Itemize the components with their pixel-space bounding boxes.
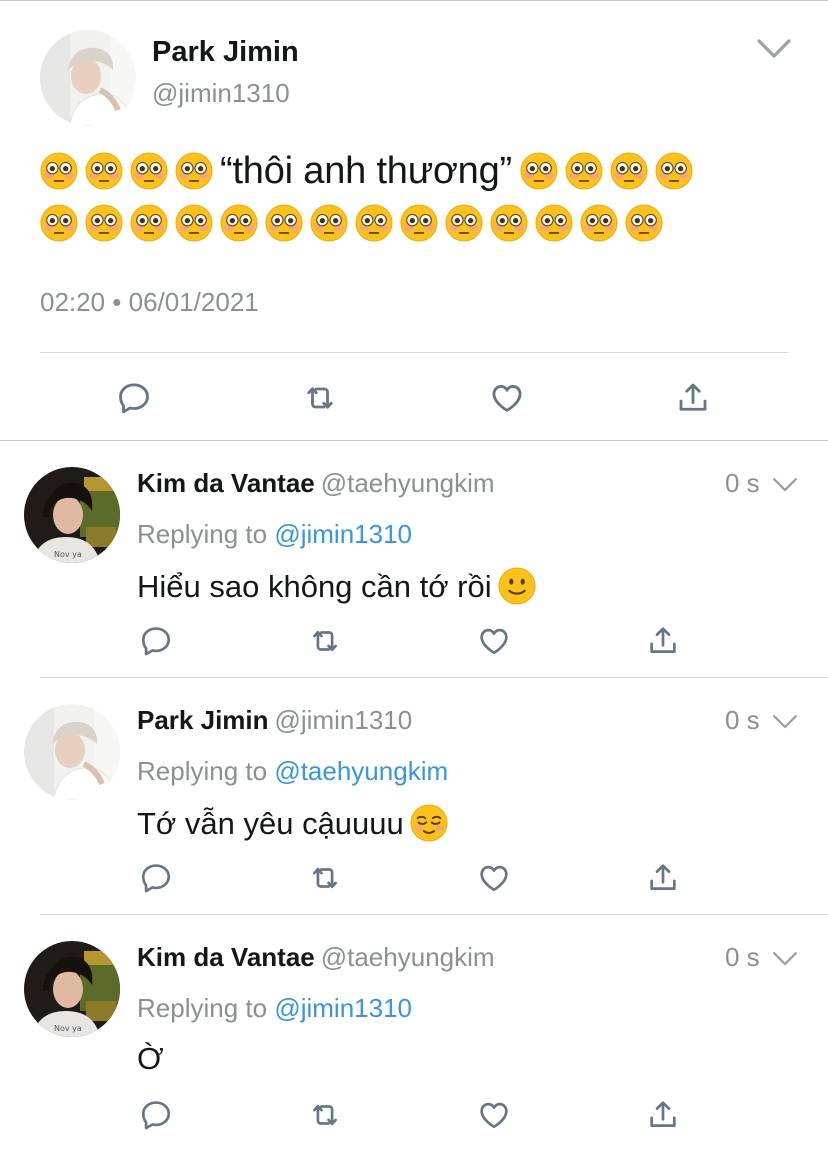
reply-icon[interactable] [139, 624, 173, 658]
flushed-face-icon [175, 152, 213, 190]
reply-icon[interactable] [116, 380, 152, 416]
avatar[interactable] [24, 941, 120, 1037]
flushed-face-icon [220, 204, 258, 242]
author-name[interactable]: Kim da Vantae [137, 468, 315, 498]
slightly-smiling-face-icon [498, 567, 536, 605]
reply-tweet[interactable]: Park Jimin @jimin1310 0 s Replying to @ta… [0, 678, 828, 915]
flushed-face-icon [520, 152, 558, 190]
reply-header: Kim da Vantae @taehyungkim [137, 942, 495, 973]
flushed-face-icon [490, 204, 528, 242]
tweet-quote-text: “thôi anh thương” [220, 150, 513, 192]
replying-label: Replying to [137, 993, 268, 1023]
relieved-face-icon [410, 804, 448, 842]
reply-time: 0 s [725, 468, 760, 498]
emoji-group [40, 150, 220, 192]
avatar-image [40, 30, 136, 126]
retweet-icon[interactable] [308, 624, 342, 658]
replying-to: Replying to @taehyungkim [137, 756, 448, 787]
flushed-face-icon [265, 204, 303, 242]
retweet-icon[interactable] [302, 380, 338, 416]
flushed-face-icon [355, 204, 393, 242]
avatar[interactable] [24, 704, 120, 800]
tweet-text: “thôi anh thương” [40, 145, 800, 249]
reply-tweet[interactable]: Kim da Vantae @taehyungkim 0 s Replying t… [0, 441, 828, 678]
like-icon[interactable] [477, 624, 511, 658]
tweet-timestamp[interactable]: 02:20 • 06/01/2021 [40, 287, 259, 318]
author-name[interactable]: Kim da Vantae [137, 942, 315, 972]
author-handle[interactable]: @jimin1310 [152, 78, 290, 109]
flushed-face-icon [580, 204, 618, 242]
reply-header: Kim da Vantae @taehyungkim [137, 468, 495, 499]
like-icon[interactable] [477, 1098, 511, 1132]
retweet-icon[interactable] [308, 861, 342, 895]
reply-tweet[interactable]: Kim da Vantae @taehyungkim 0 s Replying t… [0, 915, 828, 1152]
reply-text: Hiểu sao không cần tớ rồi [137, 567, 536, 605]
chevron-down-icon[interactable] [772, 951, 798, 967]
flushed-face-icon [445, 204, 483, 242]
reply-icon[interactable] [139, 1098, 173, 1132]
share-icon[interactable] [646, 861, 680, 895]
reply-text: Ờ [137, 1041, 164, 1077]
share-icon[interactable] [646, 1098, 680, 1132]
flushed-face-icon [400, 204, 438, 242]
flushed-face-icon [130, 152, 168, 190]
flushed-face-icon [625, 204, 663, 242]
avatar[interactable] [24, 467, 120, 563]
flushed-face-icon [130, 204, 168, 242]
replying-to: Replying to @jimin1310 [137, 993, 412, 1024]
reply-icon[interactable] [139, 861, 173, 895]
reply-text: Tớ vẫn yêu cậuuuu [137, 804, 448, 842]
flushed-face-icon [40, 152, 78, 190]
replying-to: Replying to @jimin1310 [137, 519, 412, 550]
author-name[interactable]: Park Jimin [152, 36, 299, 69]
top-border [0, 0, 828, 1]
retweet-icon[interactable] [308, 1098, 342, 1132]
flushed-face-icon [175, 204, 213, 242]
replying-label: Replying to [137, 519, 268, 549]
chevron-down-icon[interactable] [756, 38, 792, 60]
reply-header: Park Jimin @jimin1310 [137, 705, 412, 736]
reply-text-content: Tớ vẫn yêu cậuuuu [137, 806, 404, 841]
flushed-face-icon [310, 204, 348, 242]
chevron-down-icon[interactable] [772, 714, 798, 730]
flushed-face-icon [565, 152, 603, 190]
flushed-face-icon [610, 152, 648, 190]
author-handle[interactable]: @jimin1310 [275, 705, 413, 735]
like-icon[interactable] [489, 380, 525, 416]
reply-text-content: Ờ [137, 1041, 164, 1076]
flushed-face-icon [85, 152, 123, 190]
like-icon[interactable] [477, 861, 511, 895]
share-icon[interactable] [646, 624, 680, 658]
flushed-face-icon [40, 204, 78, 242]
avatar[interactable] [40, 30, 136, 126]
chevron-down-icon[interactable] [772, 477, 798, 493]
emoji-group [40, 202, 670, 244]
reply-time: 0 s [725, 705, 760, 735]
author-name[interactable]: Park Jimin [137, 705, 269, 735]
flushed-face-icon [85, 204, 123, 242]
replying-label: Replying to [137, 756, 268, 786]
share-icon[interactable] [675, 380, 711, 416]
reply-time: 0 s [725, 942, 760, 972]
mention-link[interactable]: @jimin1310 [274, 519, 412, 549]
emoji-group [520, 150, 700, 192]
mention-link[interactable]: @jimin1310 [274, 993, 412, 1023]
mention-link[interactable]: @taehyungkim [274, 756, 448, 786]
reply-text-content: Hiểu sao không cần tớ rồi [137, 569, 492, 604]
author-handle[interactable]: @taehyungkim [321, 468, 495, 498]
divider [40, 352, 788, 353]
flushed-face-icon [655, 152, 693, 190]
flushed-face-icon [535, 204, 573, 242]
author-handle[interactable]: @taehyungkim [321, 942, 495, 972]
